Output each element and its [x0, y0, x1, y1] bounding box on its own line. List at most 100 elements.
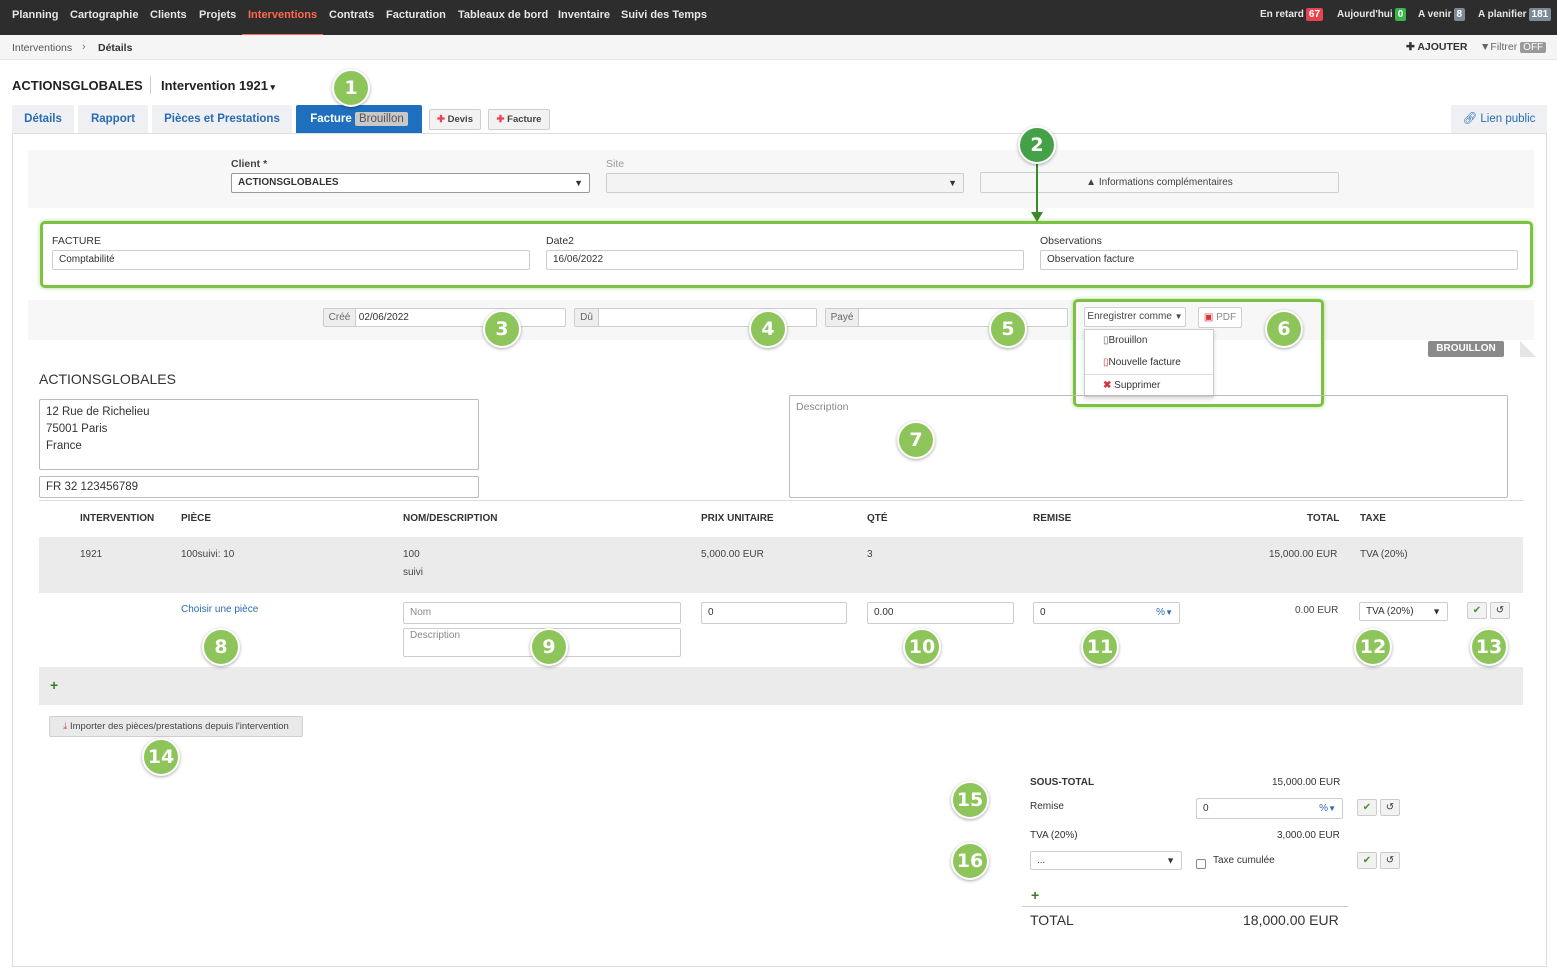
- public-link-button[interactable]: 🔗︎ Lien public: [1451, 105, 1547, 133]
- filter-toggle[interactable]: ▼Filtrer OFF: [1480, 41, 1547, 53]
- breadcrumb-root[interactable]: Interventions: [12, 42, 72, 54]
- callout-arrow-head: [1031, 212, 1043, 222]
- created-date-field[interactable]: Créé 02/06/2022: [323, 308, 566, 327]
- new-prix-input[interactable]: 0: [701, 602, 847, 624]
- new-remise-input[interactable]: 0 %▼: [1033, 602, 1180, 624]
- client-select[interactable]: ACTIONSGLOBALES ▼: [231, 173, 590, 193]
- breadcrumb-current: Détails: [98, 42, 133, 54]
- add-line-plus-icon[interactable]: +: [50, 677, 58, 693]
- add-tax-plus-icon[interactable]: +: [1031, 887, 1039, 903]
- top-nav: Planning Cartographie Clients Projets In…: [0, 0, 1557, 35]
- cumulative-tax-checkbox[interactable]: [1196, 859, 1206, 869]
- tab-pieces[interactable]: Pièces et Prestations: [152, 105, 292, 133]
- reset-remise-button[interactable]: ↺: [1380, 799, 1400, 816]
- callout-16: 16: [951, 842, 989, 880]
- invoice-client-name: ACTIONSGLOBALES: [39, 371, 176, 387]
- chevron-down-icon: ▼: [1166, 855, 1175, 865]
- total-label: TOTAL: [1030, 912, 1074, 928]
- col-total: TOTAL: [1307, 513, 1340, 524]
- new-nom-input[interactable]: Nom: [403, 602, 681, 624]
- import-pieces-button[interactable]: ⤓ Importer des pièces/prestations depuis…: [49, 716, 303, 737]
- address-line: France: [46, 440, 82, 452]
- col-remise: REMISE: [1033, 513, 1072, 524]
- row-total: 15,000.00 EUR: [1269, 549, 1338, 560]
- add-button[interactable]: ✚ AJOUTER: [1406, 41, 1468, 53]
- check-icon: ✔: [1362, 802, 1372, 813]
- nav-contrats[interactable]: Contrats: [329, 0, 374, 35]
- caret-down-icon: ▾: [267, 82, 275, 92]
- add-devis-button[interactable]: ✚ Devis: [429, 109, 481, 130]
- nav-suivi-temps[interactable]: Suivi des Temps: [621, 0, 707, 35]
- col-piece: PIÈCE: [181, 513, 212, 524]
- nav-cartographie[interactable]: Cartographie: [70, 0, 138, 35]
- address-line: 75001 Paris: [46, 423, 108, 435]
- nav-clients[interactable]: Clients: [150, 0, 187, 35]
- callout-15: 15: [951, 781, 989, 819]
- tva-label: TVA (20%): [1030, 830, 1078, 841]
- check-icon: ✔: [1472, 605, 1482, 616]
- breadcrumb-separator: ›: [82, 41, 86, 53]
- nav-facturation[interactable]: Facturation: [386, 0, 446, 35]
- callout-13: 13: [1470, 628, 1508, 666]
- nav-interventions[interactable]: Interventions: [242, 0, 324, 35]
- callout-11: 11: [1081, 628, 1119, 666]
- filter-icon: ▼: [1480, 41, 1491, 53]
- col-taxe: TAXE: [1360, 513, 1386, 524]
- tab-details[interactable]: Détails: [12, 105, 74, 133]
- callout-3: 3: [483, 310, 521, 348]
- address-textarea[interactable]: 12 Rue de Richelieu 75001 Paris France: [39, 399, 479, 470]
- breadcrumb-bar: Interventions › Détails ✚ AJOUTER ▼Filtr…: [0, 35, 1557, 60]
- nav-planning[interactable]: Planning: [12, 0, 58, 35]
- row-taxe: TVA (20%): [1360, 549, 1408, 560]
- total-value: 18,000.00 EUR: [1243, 912, 1339, 928]
- counter-aujourdhui[interactable]: Aujourd'hui 0: [1337, 0, 1407, 35]
- row-intervention: 1921: [80, 549, 103, 560]
- plus-icon: ✚: [496, 114, 505, 125]
- callout-arrow-line: [1036, 163, 1038, 213]
- undo-icon: ↺: [1385, 802, 1395, 813]
- counter-a-planifier[interactable]: A planifier 181: [1478, 0, 1552, 35]
- counter-a-venir[interactable]: A venir 8: [1418, 0, 1466, 35]
- counter-en-retard[interactable]: En retard 67: [1260, 0, 1324, 35]
- intervention-title[interactable]: Intervention 1921 ▾: [161, 78, 275, 93]
- choose-piece-link[interactable]: Choisir une pièce: [181, 604, 258, 615]
- reset-line-button[interactable]: ↺: [1490, 602, 1510, 619]
- global-remise-unit[interactable]: %▼: [1319, 799, 1336, 818]
- global-remise-input[interactable]: 0 %▼: [1196, 798, 1343, 819]
- nav-tableaux[interactable]: Tableaux de bord: [458, 0, 548, 35]
- table-top-border: [39, 500, 1523, 501]
- paid-date-field[interactable]: Payé: [825, 308, 1068, 327]
- caret-up-icon: ▲: [1086, 177, 1097, 188]
- tab-facture[interactable]: Facture Brouillon: [296, 105, 422, 133]
- tab-rapport[interactable]: Rapport: [78, 105, 148, 133]
- validate-remise-button[interactable]: ✔: [1357, 799, 1377, 816]
- validate-tax-button[interactable]: ✔: [1357, 852, 1377, 869]
- vat-number-input[interactable]: FR 32 123456789: [39, 476, 479, 498]
- remise-unit-select[interactable]: %▼: [1156, 603, 1173, 623]
- chevron-down-icon: ▼: [948, 178, 957, 188]
- totals-divider: [1022, 906, 1348, 907]
- new-total: 0.00 EUR: [1295, 605, 1339, 616]
- callout-14: 14: [142, 738, 180, 776]
- nav-inventaire[interactable]: Inventaire: [558, 0, 610, 35]
- reset-tax-button[interactable]: ↺: [1380, 852, 1400, 869]
- callout-2: 2: [1018, 126, 1056, 164]
- address-line: 12 Rue de Richelieu: [46, 406, 150, 418]
- cumulative-tax-label: Taxe cumulée: [1213, 855, 1275, 866]
- page-corner-fold: [1520, 341, 1536, 357]
- description-textarea[interactable]: Description: [789, 395, 1508, 498]
- validate-line-button[interactable]: ✔: [1467, 602, 1487, 619]
- info-toggle-button[interactable]: ▲ Informations complémentaires: [980, 172, 1339, 193]
- table-row[interactable]: 1921 100suivi: 10 100 suivi 5,000.00 EUR…: [39, 537, 1523, 593]
- new-taxe-select[interactable]: TVA (20%) ▼: [1359, 602, 1448, 621]
- nav-projets[interactable]: Projets: [199, 0, 236, 35]
- add-line-bar: +: [39, 667, 1523, 705]
- extra-tax-select[interactable]: ... ▼: [1030, 851, 1182, 870]
- site-select[interactable]: ▼: [606, 173, 964, 193]
- client-label: Client *: [231, 158, 268, 170]
- new-qte-input[interactable]: 0.00: [867, 602, 1014, 624]
- callout-4: 4: [749, 310, 787, 348]
- status-ribbon: BROUILLON: [1428, 341, 1504, 357]
- caret-down-icon: ▼: [1328, 804, 1336, 813]
- add-facture-button[interactable]: ✚ Facture: [488, 109, 550, 130]
